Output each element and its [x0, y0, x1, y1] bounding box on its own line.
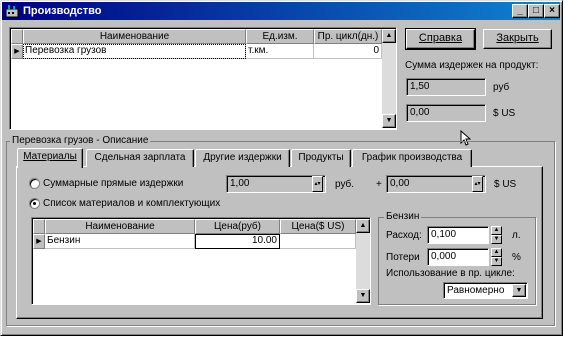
- losses-label: Потери: [386, 252, 420, 263]
- plus-sign: +: [376, 179, 382, 190]
- cell-unit[interactable]: т.км.: [246, 44, 314, 59]
- cost-rub-field: 1,50: [406, 78, 486, 96]
- losses-spin-down-icon[interactable]: ▼: [491, 257, 502, 266]
- cost-rub-unit: руб: [493, 82, 510, 93]
- tab-production-schedule[interactable]: График производства: [352, 149, 472, 167]
- minimize-button[interactable]: _: [512, 4, 528, 18]
- mat-col-header-name[interactable]: Наименование: [45, 219, 195, 234]
- usage-dropdown-value: Равномерно: [447, 285, 505, 296]
- close-window-button[interactable]: ×: [544, 4, 560, 18]
- losses-field[interactable]: 0,000: [427, 248, 489, 266]
- usage-label: Использование в пр. цикле:: [386, 268, 515, 279]
- consumption-spin-down-icon[interactable]: ▼: [491, 235, 502, 244]
- close-button-label: Закрыть: [496, 32, 539, 44]
- total-usd-field[interactable]: 0,00: [386, 175, 486, 193]
- total-rub-field[interactable]: 1,00: [226, 175, 326, 193]
- title-bar[interactable]: Производство _ □ ×: [2, 2, 560, 20]
- cost-usd-field: 0,00: [406, 104, 486, 122]
- tab-other-costs[interactable]: Другие издержки: [195, 149, 290, 167]
- consumption-field[interactable]: 0,100: [427, 226, 489, 244]
- app-icon: [5, 4, 19, 18]
- window-title: Производство: [23, 5, 102, 17]
- losses-unit: %: [512, 252, 521, 263]
- cost-usd-unit: $ US: [493, 108, 516, 119]
- maximize-button[interactable]: □: [528, 4, 544, 18]
- total-usd-spin-icon[interactable]: ▴▾: [472, 176, 483, 192]
- chevron-down-icon[interactable]: ▼: [512, 284, 526, 297]
- total-rub-unit: руб.: [335, 179, 355, 190]
- close-button[interactable]: Закрыть: [483, 29, 552, 49]
- cell-name[interactable]: Перевозка грузов: [23, 44, 246, 59]
- scroll-down-icon[interactable]: ▼: [382, 114, 396, 128]
- tab-piecework-salary[interactable]: Сдельная зарплата: [86, 149, 194, 167]
- col-header-unit[interactable]: Ед.изм.: [246, 29, 314, 44]
- tab-products[interactable]: Продукты: [291, 149, 351, 167]
- tab-piecework-label: Сдельная зарплата: [94, 152, 186, 163]
- consumption-label: Расход:: [386, 230, 422, 241]
- mat-scroll-up-icon[interactable]: ▲: [356, 219, 370, 233]
- total-rub-spin-icon[interactable]: ▴▾: [312, 176, 323, 192]
- tab-materials[interactable]: Материалы: [17, 148, 83, 168]
- mat-col-header-price-usd[interactable]: Цена($ US): [280, 219, 356, 234]
- mat-row-pointer-icon: ▶: [33, 234, 45, 249]
- tab-products-label: Продукты: [298, 152, 344, 163]
- materials-scrollbar[interactable]: ▲ ▼: [356, 219, 370, 303]
- tab-materials-label: Материалы: [23, 151, 77, 162]
- products-grid[interactable]: Наименование Ед.изм. Пр. цикл(дн.) ▶ Пер…: [9, 27, 397, 130]
- tab-schedule-label: График производства: [361, 152, 463, 163]
- total-usd-unit: $ US: [494, 179, 517, 190]
- grid-corner: [11, 29, 23, 44]
- description-group-title: Перевозка грузов - Описание: [10, 135, 151, 147]
- mat-cell-price-usd[interactable]: [280, 234, 356, 249]
- usage-dropdown[interactable]: Равномерно ▼: [443, 282, 528, 299]
- row-pointer-icon: ▶: [11, 44, 23, 59]
- total-costs-label[interactable]: Суммарные прямые издержки: [43, 178, 183, 190]
- tab-other-costs-label: Другие издержки: [203, 152, 282, 163]
- consumption-unit: л.: [512, 230, 521, 241]
- cost-summary-label: Сумма издержек на продукт:: [405, 60, 539, 71]
- materials-grid[interactable]: Наименование Цена(руб) Цена($ US) ▶ Бенз…: [31, 217, 371, 305]
- materials-list-label[interactable]: Список материалов и комплектующих: [43, 198, 220, 210]
- col-header-cycle[interactable]: Пр. цикл(дн.): [314, 29, 382, 44]
- col-header-name[interactable]: Наименование: [23, 29, 246, 44]
- fuel-group-title: Бензин: [384, 211, 422, 223]
- scroll-up-icon[interactable]: ▲: [382, 29, 396, 43]
- consumption-spin-up-icon[interactable]: ▲: [491, 226, 502, 235]
- table-row[interactable]: ▶ Перевозка грузов т.км. 0: [11, 44, 382, 59]
- mat-cell-name[interactable]: Бензин: [45, 234, 195, 249]
- materials-grid-corner: [33, 219, 45, 234]
- cell-cycle[interactable]: 0: [314, 44, 382, 59]
- total-costs-radio[interactable]: [29, 178, 40, 189]
- help-button-label: Справка: [418, 32, 463, 44]
- products-scrollbar[interactable]: ▲ ▼: [382, 29, 396, 128]
- losses-spin-up-icon[interactable]: ▲: [491, 248, 502, 257]
- help-button[interactable]: Справка: [405, 28, 476, 50]
- table-row[interactable]: ▶ Бензин 10.00: [33, 234, 356, 249]
- mat-cell-price-rub[interactable]: 10.00: [195, 234, 280, 249]
- mat-col-header-price-rub[interactable]: Цена(руб): [195, 219, 280, 234]
- materials-list-radio[interactable]: [29, 198, 40, 209]
- mat-scroll-down-icon[interactable]: ▼: [356, 289, 370, 303]
